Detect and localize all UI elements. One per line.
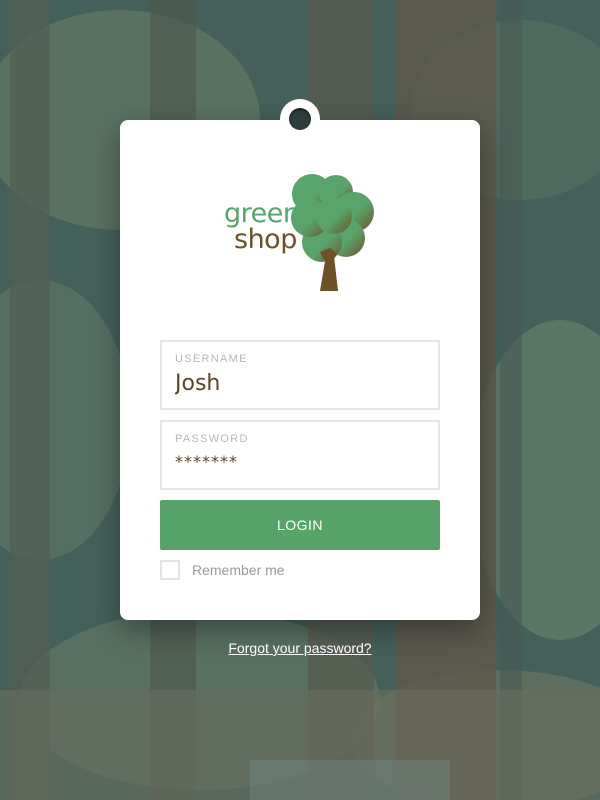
login-card: green shop USERNAME PASSWORD LOGIN Remem…: [120, 120, 480, 620]
password-input[interactable]: [175, 452, 425, 471]
login-button[interactable]: LOGIN: [160, 500, 440, 550]
remember-me-checkbox[interactable]: [160, 560, 180, 580]
logo-text-shop: shop: [234, 224, 297, 255]
username-label: USERNAME: [175, 353, 248, 365]
logo-text-green: green: [224, 198, 300, 229]
forgot-password-link[interactable]: Forgot your password?: [0, 640, 600, 656]
hang-hole-icon: [289, 108, 311, 130]
username-field[interactable]: USERNAME: [160, 340, 440, 410]
login-screen: green shop USERNAME PASSWORD LOGIN Remem…: [0, 0, 600, 800]
brand-logo: green shop: [220, 170, 380, 295]
password-label: PASSWORD: [175, 433, 249, 445]
remember-me-label[interactable]: Remember me: [192, 562, 285, 578]
password-field[interactable]: PASSWORD: [160, 420, 440, 490]
remember-me-row[interactable]: Remember me: [160, 560, 285, 580]
username-input[interactable]: [175, 371, 425, 396]
